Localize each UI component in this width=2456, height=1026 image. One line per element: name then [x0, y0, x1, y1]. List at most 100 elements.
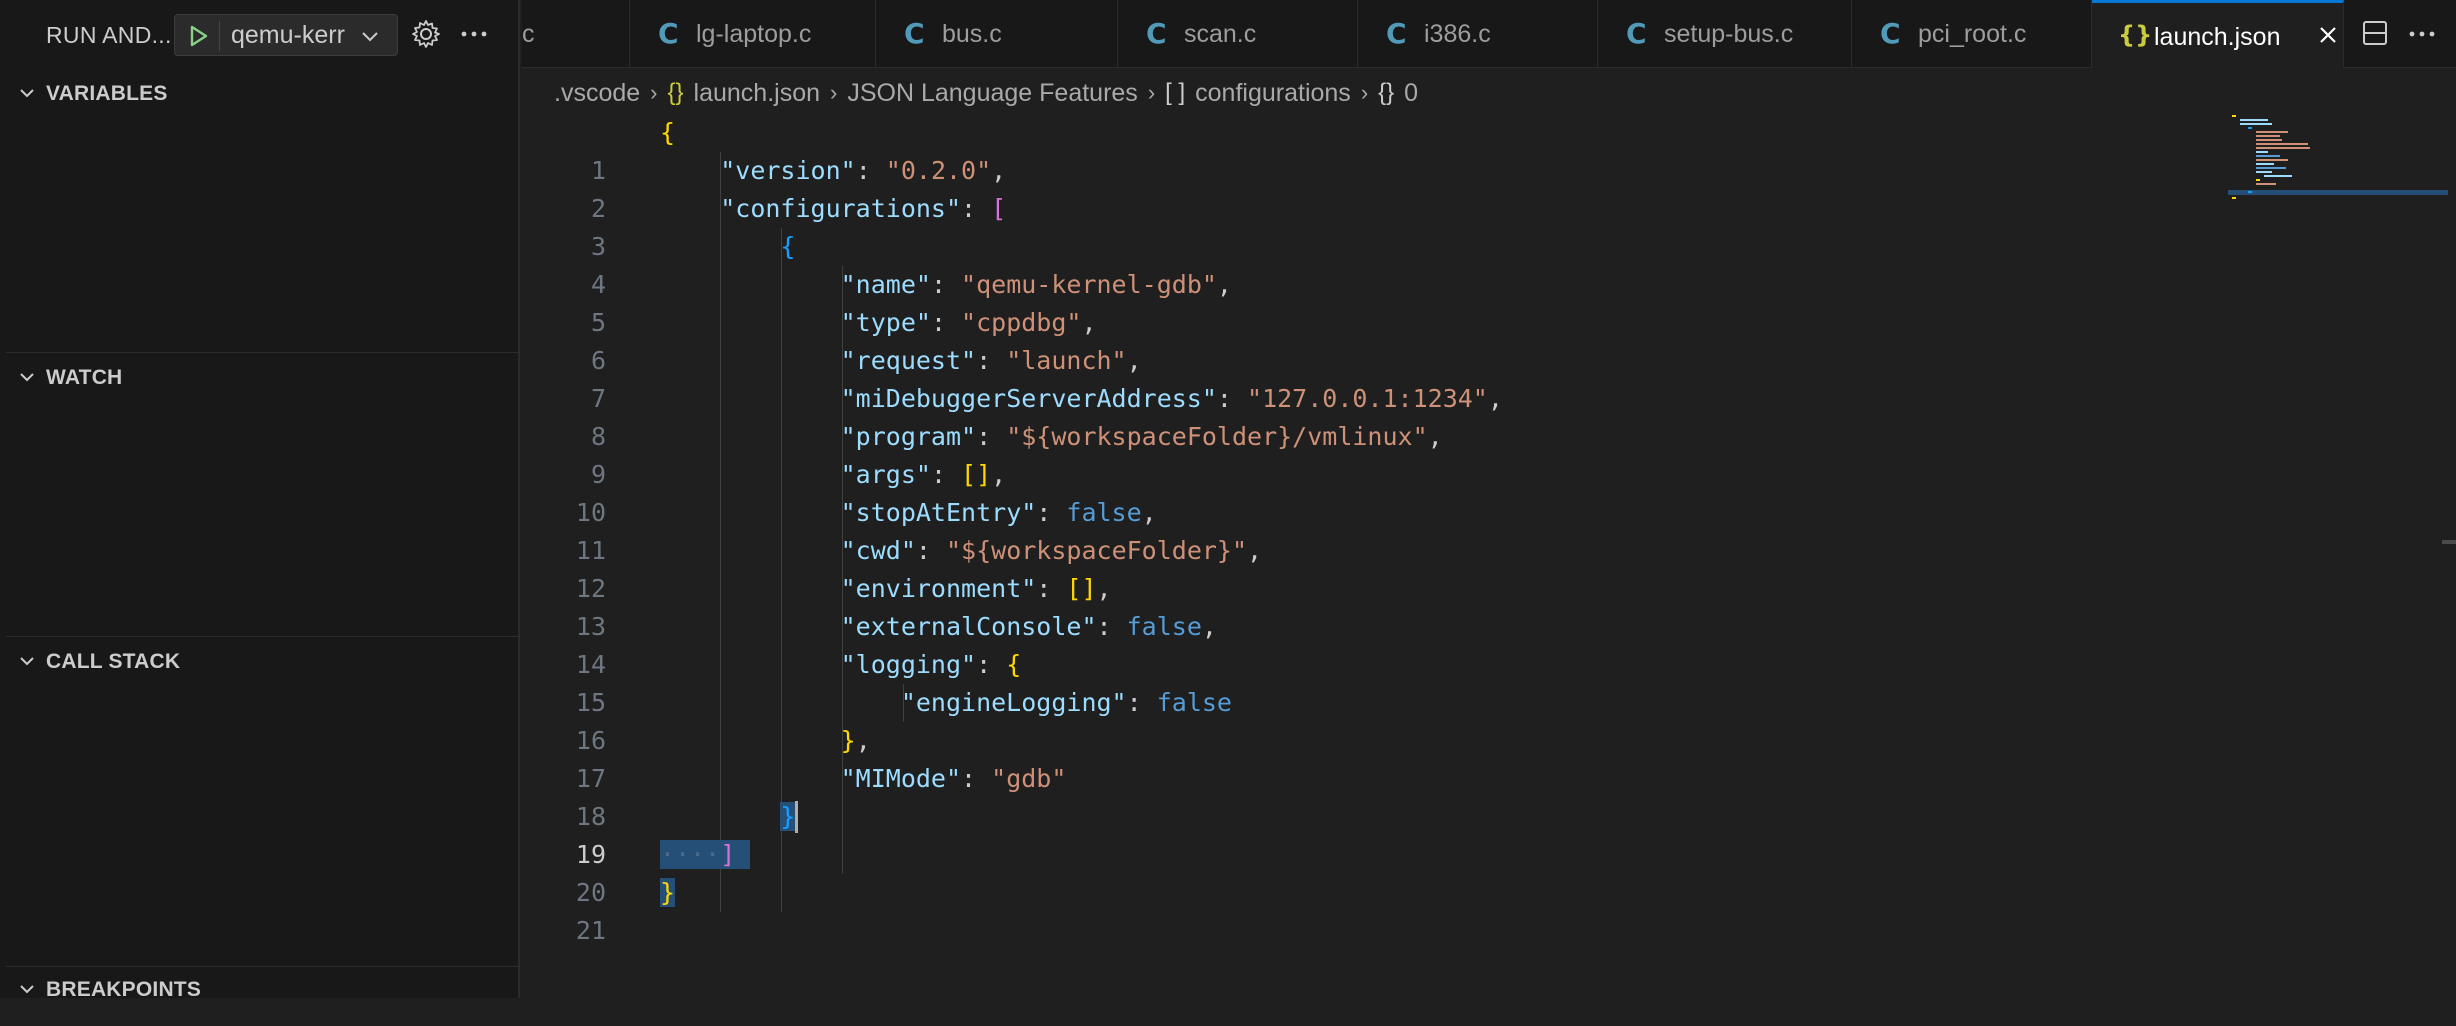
tab-bus[interactable]: C bus.c — [876, 0, 1118, 68]
chevron-down-icon — [20, 985, 34, 994]
tab-partial-c[interactable]: c — [522, 0, 630, 68]
json-key: "externalConsole" — [840, 612, 1097, 641]
section-divider — [6, 966, 520, 967]
code-line: 6 "type": "cppdbg", — [522, 304, 1097, 375]
breadcrumb: .vscode › {} launch.json › JSON Language… — [554, 74, 1418, 112]
run-and-debug-sidebar: RUN AND... qemu-kerr VARIABLES WATCH CAL… — [0, 0, 520, 1001]
code-line: 2 "version": "0.2.0", — [522, 152, 1006, 223]
tab-label: scan.c — [1184, 20, 1257, 48]
json-file-icon: {} — [667, 79, 684, 106]
json-key: "logging" — [840, 650, 977, 679]
code-line: 9 "program": "${workspaceFolder}/vmlinux… — [522, 418, 1443, 489]
call-stack-section-header[interactable]: CALL STACK — [6, 644, 516, 678]
tab-label: bus.c — [942, 20, 1002, 48]
code-line: 3 "configurations": [ — [522, 190, 1006, 261]
breadcrumb-configurations[interactable]: [ ] configurations — [1165, 79, 1351, 108]
code-line: 17 }, — [522, 722, 871, 793]
chevron-right-icon: › — [1147, 80, 1156, 105]
brace-token: { — [1006, 650, 1022, 679]
json-string: "gdb" — [991, 764, 1067, 793]
chevron-down-icon — [20, 657, 34, 666]
chevron-down-icon[interactable] — [359, 25, 381, 47]
code-line: 13 "environment": [], — [522, 570, 1112, 641]
text-cursor — [795, 801, 798, 833]
brace-token: } — [660, 878, 676, 907]
json-string: "0.2.0" — [885, 156, 992, 185]
section-label: BREAKPOINTS — [46, 978, 202, 1001]
minimap[interactable] — [2228, 112, 2448, 202]
brace-token: { — [780, 232, 796, 261]
chevron-right-icon: › — [1360, 80, 1369, 105]
tab-label: launch.json — [2154, 23, 2281, 51]
chevron-down-icon — [20, 89, 34, 98]
code-editor[interactable]: 1 { 2 "version": "0.2.0", 3 "configurati… — [522, 114, 2456, 998]
tab-i386[interactable]: C i386.c — [1358, 0, 1598, 68]
code-line: 15 "logging": { — [522, 646, 1021, 717]
json-key: "MIMode" — [840, 764, 962, 793]
watch-section-header[interactable]: WATCH — [6, 360, 516, 394]
tab-pci-root[interactable]: C pci_root.c — [1852, 0, 2092, 68]
c-file-icon: C — [1386, 17, 1407, 50]
breadcrumb-object-0[interactable]: {} 0 — [1378, 79, 1418, 108]
c-file-icon: C — [1626, 17, 1647, 50]
tab-label: c — [522, 20, 535, 48]
code-line: 20 ····] — [522, 836, 751, 907]
json-key: "args" — [840, 460, 931, 489]
breadcrumb-object-label: 0 — [1404, 78, 1419, 107]
chevron-down-icon — [20, 373, 34, 382]
json-key: "stopAtEntry" — [840, 498, 1037, 527]
section-label: VARIABLES — [46, 82, 168, 105]
bracket-token: [ — [991, 194, 1007, 223]
vertical-scrollbar[interactable] — [2442, 112, 2456, 998]
breadcrumb-symbol-provider[interactable]: JSON Language Features — [847, 79, 1137, 108]
json-key: "type" — [840, 308, 931, 337]
breakpoints-section-header[interactable]: BREAKPOINTS — [6, 972, 516, 1006]
variables-section-header[interactable]: VARIABLES — [6, 76, 516, 110]
code-line: 8 "miDebuggerServerAddress": "127.0.0.1:… — [522, 380, 1503, 451]
tab-label: pci_root.c — [1918, 20, 2027, 48]
code-line: 1 { — [522, 114, 675, 185]
json-boolean: false — [1126, 612, 1202, 641]
launch-config-name[interactable]: qemu-kerr — [231, 21, 359, 50]
code-line: 16 "engineLogging": false — [522, 684, 1232, 755]
tab-scan[interactable]: C scan.c — [1118, 0, 1358, 68]
c-file-icon: C — [658, 17, 679, 50]
whitespace-marker: ···· — [660, 840, 721, 869]
line-number: 21 — [575, 916, 606, 945]
tab-setup-bus[interactable]: C setup-bus.c — [1598, 0, 1852, 68]
brace-token: { — [660, 118, 676, 147]
brace-token: } — [840, 726, 856, 755]
json-key: "request" — [840, 346, 977, 375]
c-file-icon: C — [1146, 17, 1167, 50]
launch-separator — [219, 21, 220, 51]
editor-tab-bar: c C lg-laptop.c C bus.c C scan.c C i386.… — [522, 0, 2456, 68]
json-string: "launch" — [1006, 346, 1127, 375]
json-string: "127.0.0.1:1234" — [1247, 384, 1488, 413]
gear-icon[interactable] — [410, 18, 442, 50]
array-icon: [ ] — [1165, 79, 1186, 106]
split-editor-icon[interactable] — [2360, 18, 2390, 48]
launch-config-selector[interactable]: qemu-kerr — [174, 14, 398, 56]
json-key: "configurations" — [720, 194, 962, 223]
json-key: "name" — [840, 270, 931, 299]
tab-lg-laptop[interactable]: C lg-laptop.c — [630, 0, 876, 68]
play-icon[interactable] — [185, 23, 211, 49]
json-key: "cwd" — [840, 536, 916, 565]
tab-launch-json[interactable]: {} launch.json — [2092, 0, 2344, 68]
ellipsis-icon[interactable] — [2406, 20, 2438, 48]
scrollbar-cursor-marker — [2442, 540, 2456, 544]
json-string: "cppdbg" — [961, 308, 1082, 337]
empty-array-token: [] — [1066, 574, 1097, 603]
section-label: WATCH — [46, 366, 123, 389]
breadcrumb-folder[interactable]: .vscode — [554, 79, 640, 108]
section-label: CALL STACK — [46, 650, 181, 673]
close-icon[interactable] — [2316, 23, 2340, 47]
chevron-right-icon: › — [830, 80, 838, 105]
section-divider — [6, 352, 520, 353]
tab-label: setup-bus.c — [1664, 20, 1794, 48]
ellipsis-icon[interactable] — [458, 20, 490, 48]
json-boolean: false — [1066, 498, 1142, 527]
chevron-right-icon: › — [650, 80, 658, 105]
breadcrumb-file[interactable]: {} launch.json — [668, 79, 821, 108]
object-icon: {} — [1378, 79, 1395, 106]
